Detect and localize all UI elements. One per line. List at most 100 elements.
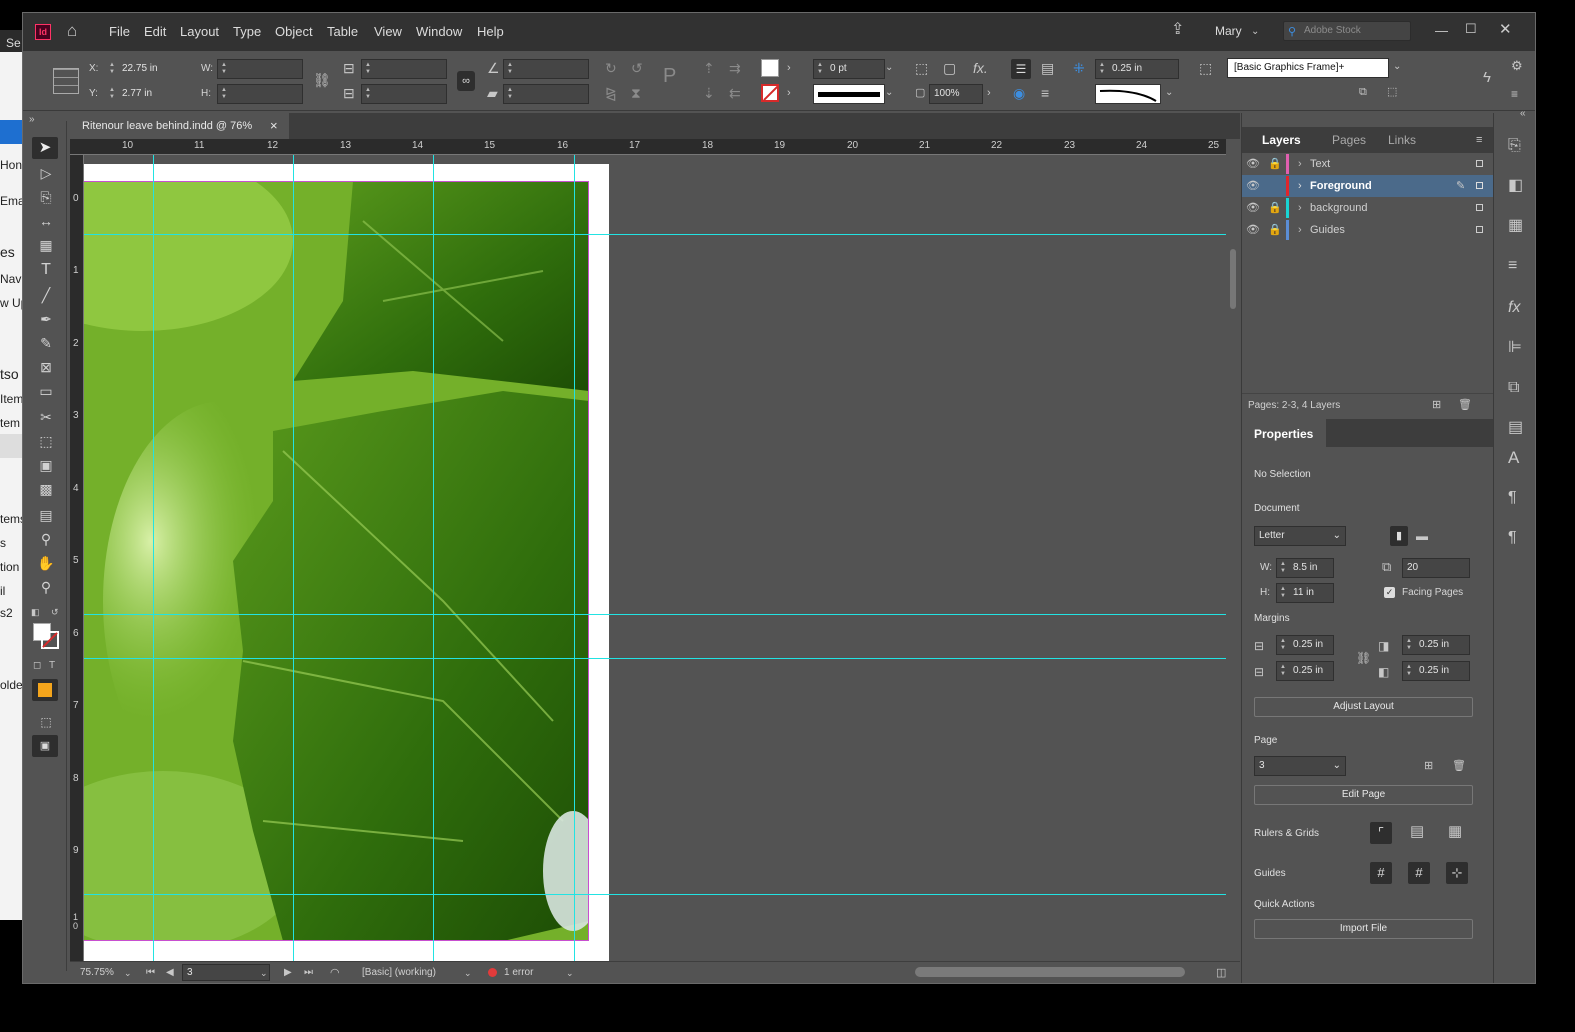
rotate-ccw-icon[interactable]: ↺ (631, 61, 643, 75)
add-page-icon[interactable]: ⊞ (1424, 759, 1433, 773)
column-guide[interactable] (293, 155, 294, 961)
eye-icon[interactable]: 👁 (1246, 201, 1260, 215)
home-icon[interactable]: ⌂ (67, 22, 77, 39)
object-style-icon[interactable]: ⬚ (1199, 61, 1212, 75)
quick-apply-icon[interactable]: ϟ (1483, 70, 1491, 85)
chevron-down-icon[interactable]: ⌄ (260, 966, 268, 980)
adjust-layout-button[interactable]: Adjust Layout (1254, 697, 1473, 717)
ruler-guide[interactable] (84, 894, 1226, 895)
previous-page-icon[interactable]: ◀ (166, 966, 174, 980)
menu-window[interactable]: Window (416, 24, 462, 39)
preflight-profile[interactable]: [Basic] (working) (362, 967, 436, 978)
select-content-icon[interactable]: ⇣ (703, 86, 715, 100)
chevron-down-icon[interactable]: ⌄ (566, 966, 574, 980)
panel-menu-icon[interactable]: ≡ (1476, 133, 1482, 147)
panel-menu-icon[interactable]: ≡ (1511, 87, 1518, 101)
content-collector-tool[interactable]: ▦ (37, 237, 55, 254)
page-select[interactable]: 3 ⌄ (1254, 756, 1346, 776)
stroke-color-swatch[interactable] (41, 631, 59, 649)
menu-object[interactable]: Object (275, 24, 313, 39)
text-wrap-panel-icon[interactable]: ▤ (1508, 420, 1523, 436)
align-panel-icon[interactable]: ⊫ (1508, 340, 1522, 356)
screen-mode-icon[interactable]: ⬚ (37, 715, 55, 729)
expand-icon[interactable]: › (1298, 153, 1302, 175)
effects-panel-icon[interactable]: fx (1508, 300, 1520, 316)
corner-shape-select[interactable] (1095, 84, 1161, 104)
tab-properties[interactable]: Properties (1242, 419, 1326, 447)
lock-icon[interactable]: 🔒 (1268, 201, 1282, 215)
select-container-icon[interactable]: ⇡ (703, 61, 715, 75)
lock-icon[interactable]: 🔒 (1268, 223, 1282, 237)
new-layer-icon[interactable]: ⊞ (1432, 398, 1441, 412)
menu-view[interactable]: View (374, 24, 402, 39)
text-wrap-none-button[interactable]: ☰ (1011, 59, 1031, 79)
gradient-panel-icon[interactable]: ◧ (1508, 178, 1523, 194)
layer-row-background[interactable]: 👁 🔒 › background (1242, 197, 1494, 219)
scale-x-icon[interactable]: ⊟ (343, 61, 355, 75)
opacity-field[interactable]: 100% (929, 84, 983, 104)
hand-tool[interactable]: ✋ (37, 555, 55, 572)
show-rulers-button[interactable]: ⌜ (1370, 822, 1392, 844)
chevron-right-icon[interactable]: › (987, 86, 991, 100)
expand-icon[interactable]: › (1298, 175, 1302, 197)
collapse-panel-icon[interactable]: « (1520, 107, 1526, 121)
show-guides-button[interactable]: # (1370, 862, 1392, 884)
paragraph-panel-icon[interactable]: ¶ (1508, 490, 1517, 506)
scale-link-button[interactable]: ∞ (457, 71, 475, 91)
vertical-ruler[interactable]: 0 1 2 3 4 5 6 7 8 9 1 0 (70, 155, 84, 961)
select-next-icon[interactable]: ⇉ (729, 61, 741, 75)
shear-field[interactable]: ▲ ▼ (503, 84, 589, 104)
split-view-icon[interactable]: ◫ (1216, 966, 1226, 980)
portrait-orientation-button[interactable]: ▮ (1390, 526, 1408, 546)
pathfinder-panel-icon[interactable]: ⧉ (1508, 380, 1519, 396)
menu-layout[interactable]: Layout (180, 24, 219, 39)
close-tab-icon[interactable]: × (270, 113, 278, 139)
rectangle-tool[interactable]: ▭ (37, 383, 55, 400)
rotate-cw-icon[interactable]: ↻ (605, 61, 617, 75)
w-field[interactable]: ▲ ▼ (217, 59, 303, 79)
frame-fitting-icon[interactable]: ⬚ (915, 61, 928, 75)
pasteboard[interactable]: 10 11 12 13 14 15 16 17 18 19 20 21 22 2… (70, 139, 1226, 961)
last-page-icon[interactable]: ⏭ (304, 966, 313, 980)
paragraph-p-icon[interactable]: P (663, 66, 676, 86)
ruler-guide[interactable] (84, 614, 1226, 615)
rotate-field[interactable]: ▲ ▼ (503, 59, 589, 79)
page-number-field[interactable]: 3 (182, 964, 270, 981)
chevron-down-icon[interactable]: ⌄ (1165, 86, 1173, 100)
menu-file[interactable]: File (109, 24, 130, 39)
tab-links[interactable]: Links (1388, 133, 1416, 147)
swatches-panel-icon[interactable]: ▦ (1508, 218, 1523, 234)
chevron-down-icon[interactable]: ⌄ (1251, 25, 1259, 39)
document-page[interactable] (83, 164, 609, 961)
margin-bottom-field[interactable]: ▲ ▼ 0.25 in (1276, 661, 1334, 681)
selection-tool[interactable]: ➤ (32, 137, 58, 159)
document-tab[interactable]: Ritenour leave behind.indd @ 76% × (70, 113, 289, 139)
trash-icon[interactable]: 🗑 (1458, 398, 1472, 412)
user-menu[interactable]: Mary (1215, 24, 1242, 38)
maximize-icon[interactable]: ☐ (1465, 21, 1477, 37)
smart-guides-button[interactable]: ⊹ (1446, 862, 1468, 884)
scroll-thumb[interactable] (1230, 249, 1236, 309)
free-transform-tool[interactable]: ⬚ (37, 433, 55, 450)
page-size-select[interactable]: Letter ⌄ (1254, 526, 1346, 546)
stroke-panel-icon[interactable]: ≡ (1508, 258, 1517, 274)
zoom-level[interactable]: 75.75% (80, 967, 114, 978)
scale-x-field[interactable]: ▲ ▼ (361, 59, 447, 79)
scale-y-field[interactable]: ▲ ▼ (361, 84, 447, 104)
landscape-orientation-icon[interactable]: ▬ (1416, 529, 1428, 543)
horizontal-scrollbar[interactable] (915, 967, 1185, 977)
clear-overrides-icon[interactable]: ⧉ (1359, 85, 1367, 99)
flip-vertical-icon[interactable]: ⧗ (631, 86, 641, 100)
gear-icon[interactable]: ⚙ (1511, 59, 1523, 73)
chevron-down-icon[interactable]: ⌄ (885, 86, 893, 100)
import-file-button[interactable]: Import File (1254, 919, 1473, 939)
pages-count-field[interactable]: 20 (1402, 558, 1470, 578)
facing-pages-checkbox[interactable]: ✓ (1384, 587, 1395, 598)
stroke-type-select[interactable] (813, 84, 885, 104)
layer-row-guides[interactable]: 👁 🔒 › Guides (1242, 219, 1494, 241)
chevron-down-icon[interactable]: ⌄ (124, 966, 132, 980)
layer-row-text[interactable]: 👁 🔒 › Text (1242, 153, 1494, 175)
auto-fit-icon[interactable]: ◉ (1013, 86, 1025, 100)
gap-field[interactable]: ▲ ▼ 0.25 in (1095, 59, 1179, 79)
constrain-proportions-icon[interactable]: ⛓ (313, 73, 331, 87)
